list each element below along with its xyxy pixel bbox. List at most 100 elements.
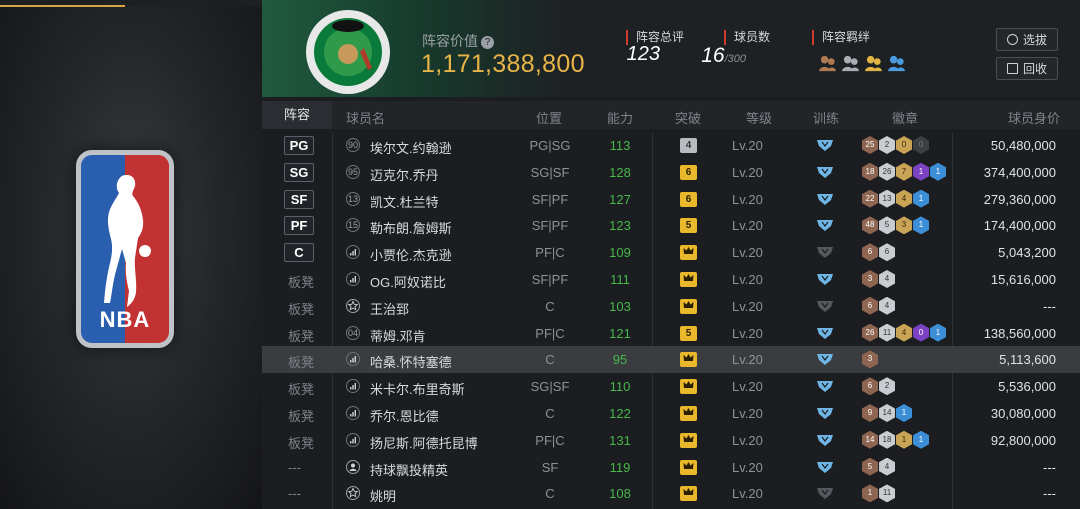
player-name[interactable]: 勒布朗.詹姆斯 — [370, 218, 452, 237]
training-shield-icon[interactable] — [815, 272, 835, 286]
badge-list[interactable]: 66 — [862, 243, 895, 262]
badge-hex: 1 — [913, 216, 929, 235]
player-name[interactable]: 米卡尔.布里奇斯 — [370, 379, 465, 398]
table-row[interactable]: 板凳 哈桑.怀特塞德 C 95 Lv.20 3 5,113,600 — [262, 346, 1080, 374]
badge-list[interactable]: 54 — [862, 457, 895, 476]
badge-list[interactable]: 18 26 7 1 1 — [862, 162, 946, 181]
badge-list[interactable]: 26 11 4 0 1 — [862, 323, 946, 342]
player-name[interactable]: 王治郅 — [370, 299, 409, 318]
table-row[interactable]: --- 姚明 C 108 Lv.20 1 11 --- — [262, 480, 1080, 507]
table-row[interactable]: SG 95 迈克尔.乔丹 SG|SF 128 6 Lv.20 18 26 7 1 1 374,400,0… — [262, 159, 1080, 186]
col-breakthrough[interactable]: 突破 — [675, 108, 701, 127]
training-shield-icon[interactable] — [815, 433, 835, 447]
badge-list[interactable]: 9 14 1 — [862, 404, 912, 422]
badge-hex: 4 — [879, 296, 895, 315]
player-name[interactable]: 迈克尔.乔丹 — [370, 165, 439, 184]
bond-gold-icon[interactable] — [864, 54, 883, 73]
table-row[interactable]: 板凳 OG.阿奴诺比 SF|PF 111 Lv.20 3 4 15,616,000 — [262, 266, 1080, 293]
table-row[interactable]: 板凳 米卡尔.布里奇斯 SG|SF 110 Lv.20 6 2 5,536,000 — [262, 373, 1080, 400]
training-shield-icon[interactable] — [815, 352, 835, 366]
badge-hex: 1 — [896, 404, 912, 422]
badge-list[interactable]: 3 — [862, 350, 878, 369]
help-icon[interactable]: ? — [481, 36, 494, 49]
badge-hex: 1 — [913, 189, 929, 208]
lineup-slot[interactable]: SF — [284, 189, 314, 209]
badge-hex: 1 — [930, 323, 946, 342]
badge-list[interactable]: 62 — [862, 377, 895, 396]
badge-list[interactable]: 22 13 4 1 — [862, 189, 929, 208]
bond-bronze-icon[interactable] — [818, 54, 837, 73]
nba-silhouette-icon — [104, 175, 151, 307]
badge-list[interactable]: 1 11 — [862, 484, 895, 503]
training-shield-icon[interactable] — [815, 218, 835, 232]
table-row[interactable]: --- 持球飘投精英 SF 119 Lv.20 5 4 --- — [262, 454, 1080, 481]
training-shield-empty-icon[interactable] — [815, 299, 835, 313]
lineup-slot[interactable]: SG — [284, 162, 314, 182]
player-position: C — [545, 406, 555, 421]
lineup-slot[interactable]: PG — [284, 136, 314, 155]
bench-label: --- — [288, 459, 301, 475]
tab-lineup[interactable]: 阵容 — [262, 101, 332, 129]
badge-list[interactable]: 25 2 0 0 — [862, 136, 929, 154]
player-name[interactable]: 扬尼斯.阿德托昆博 — [370, 433, 478, 452]
player-value: 15,616,000 — [990, 272, 1056, 287]
player-name[interactable]: 持球飘投精英 — [370, 460, 448, 479]
badge-hex: 22 — [862, 189, 878, 208]
training-shield-empty-icon[interactable] — [815, 245, 835, 259]
select-button[interactable]: 选拔 — [996, 28, 1058, 51]
recycle-button[interactable]: 回收 — [996, 57, 1058, 80]
table-row[interactable]: 板凳 乔尔.恩比德 C 122 Lv.20 9 14 1 30,080,000 — [262, 400, 1080, 427]
col-player[interactable]: 球员名 — [346, 108, 385, 127]
player-name[interactable]: 乔尔.恩比德 — [370, 406, 439, 425]
lineup-slot[interactable]: C — [284, 243, 314, 263]
col-level[interactable]: 等级 — [746, 108, 772, 127]
badge-hex: 6 — [879, 243, 895, 262]
col-badges[interactable]: 徽章 — [892, 108, 918, 127]
breakthrough-badge: 6 — [680, 164, 697, 180]
badge-list[interactable]: 64 — [862, 296, 895, 315]
player-level: Lv.20 — [732, 379, 763, 395]
table-row[interactable]: SF 13 凯文.杜兰特 SF|PF 127 6 Lv.20 22 13 4 1 279,360,00… — [262, 186, 1080, 213]
player-name[interactable]: OG.阿奴诺比 — [370, 272, 446, 291]
bench-label: 板凳 — [288, 328, 315, 344]
badge-list[interactable]: 48 5 3 1 — [862, 216, 929, 235]
table-row[interactable]: 板凳 04 蒂姆.邓肯 PF|C 121 5 Lv.20 26 11 4 0 1 138,560,000 — [262, 320, 1080, 347]
badge-list[interactable]: 14 18 1 1 — [862, 430, 929, 449]
player-level: Lv.20 — [732, 352, 763, 368]
player-level: Lv.20 — [732, 486, 763, 502]
training-shield-icon[interactable] — [815, 326, 835, 340]
badge-list[interactable]: 34 — [862, 270, 895, 288]
player-name[interactable]: 哈桑.怀特塞德 — [370, 352, 452, 371]
training-shield-icon[interactable] — [815, 138, 835, 152]
bond-silver-icon[interactable] — [841, 54, 860, 73]
bonds-icons[interactable] — [818, 54, 906, 73]
badge-hex: 6 — [862, 296, 878, 315]
lineup-slot[interactable]: PF — [284, 216, 314, 236]
table-row[interactable]: PG 90 埃尔文.约翰逊 PG|SG 113 4 Lv.20 25 2 0 0 50,480,000 — [262, 132, 1080, 159]
table-row[interactable]: 板凳 扬尼斯.阿德托昆博 PF|C 131 Lv.20 14 18 1 1 92,800,000 — [262, 427, 1080, 454]
training-shield-icon[interactable] — [815, 192, 835, 206]
col-training[interactable]: 训练 — [813, 108, 839, 127]
table-row[interactable]: PF 15 勒布朗.詹姆斯 SF|PF 123 5 Lv.20 48 5 3 1 174,400,00… — [262, 212, 1080, 239]
training-shield-empty-icon[interactable] — [815, 486, 835, 500]
table-row[interactable]: 板凳 王治郅 C 103 Lv.20 6 4 --- — [262, 293, 1080, 320]
badge-hex: 11 — [879, 323, 895, 342]
bond-blue-icon[interactable] — [887, 54, 906, 73]
training-shield-icon[interactable] — [815, 460, 835, 474]
col-position[interactable]: 位置 — [536, 108, 562, 127]
player-name[interactable]: 凯文.杜兰特 — [370, 192, 439, 211]
training-shield-icon[interactable] — [815, 379, 835, 393]
player-ability: 103 — [609, 298, 631, 314]
player-name[interactable]: 小贾伦.杰克逊 — [370, 245, 452, 264]
player-level: Lv.20 — [732, 298, 763, 314]
player-name[interactable]: 蒂姆.邓肯 — [370, 326, 426, 345]
player-name[interactable]: 姚明 — [370, 486, 396, 505]
col-value[interactable]: 球员身价 — [1008, 108, 1060, 127]
player-name[interactable]: 埃尔文.约翰逊 — [370, 138, 452, 157]
training-shield-icon[interactable] — [815, 165, 835, 179]
col-ability[interactable]: 能力 — [607, 108, 633, 127]
table-row[interactable]: C 小贾伦.杰克逊 PF|C 109 Lv.20 6 6 5,043,200 — [262, 239, 1080, 266]
badge-hex: 1 — [896, 430, 912, 449]
training-shield-icon[interactable] — [815, 406, 835, 420]
badge-hex: 18 — [862, 162, 878, 181]
